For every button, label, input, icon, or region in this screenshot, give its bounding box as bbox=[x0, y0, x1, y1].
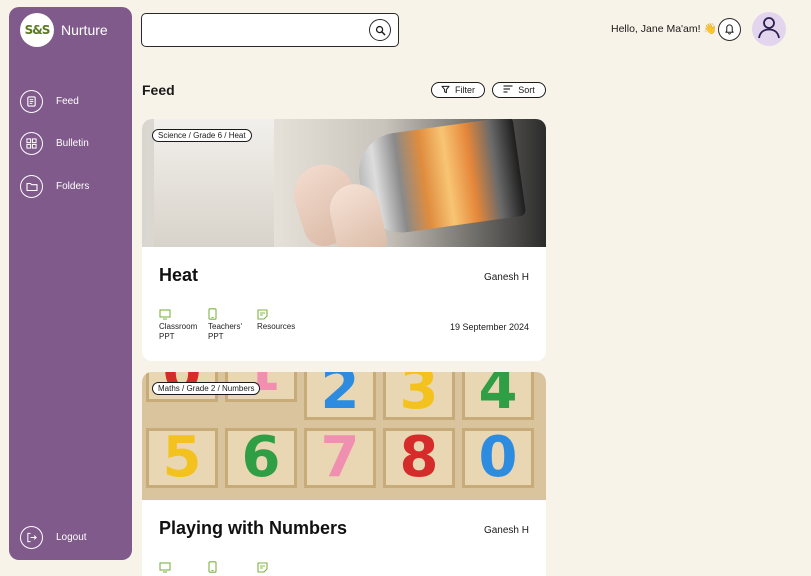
resource-list bbox=[159, 558, 306, 575]
sort-icon bbox=[503, 85, 513, 95]
digit-tile: 0 bbox=[462, 428, 534, 488]
logo: S&S bbox=[20, 13, 54, 47]
card-title: Heat bbox=[159, 265, 199, 285]
sidebar-item-label: Feed bbox=[56, 95, 79, 107]
digit-tile: 4 bbox=[462, 372, 534, 420]
bell-icon bbox=[724, 20, 735, 39]
note-icon bbox=[257, 305, 306, 320]
breadcrumb: Maths / Grade 2 / Numbers bbox=[152, 382, 261, 395]
filter-icon bbox=[441, 85, 450, 96]
digit: 0 bbox=[478, 425, 518, 490]
resource-classroom-ppt[interactable] bbox=[159, 558, 208, 575]
sidebar: S&S Nurture Feed Bulletin Folders Logout bbox=[9, 7, 132, 560]
digit: 7 bbox=[320, 425, 360, 490]
digit: 4 bbox=[478, 372, 518, 422]
digit: 3 bbox=[399, 372, 439, 422]
resource-label: Classroom PPT bbox=[159, 322, 198, 341]
sidebar-item-label: Bulletin bbox=[56, 138, 89, 149]
greeting-text: Hello, Jane Ma'am! 👋 bbox=[611, 23, 717, 35]
filter-button[interactable]: Filter bbox=[431, 82, 485, 98]
sort-label: Sort bbox=[518, 85, 535, 95]
feed-card[interactable]: Science / Grade 6 / Heat Heat Ganesh H C… bbox=[142, 119, 546, 361]
phone-icon bbox=[208, 305, 257, 320]
brand-name: Nurture bbox=[61, 22, 108, 38]
digit-tile: 2 bbox=[304, 372, 376, 420]
notifications-button[interactable] bbox=[718, 18, 741, 41]
card-title: Playing with Numbers bbox=[159, 518, 348, 538]
resource-resources[interactable]: Resources bbox=[257, 305, 306, 342]
resource-list: Classroom PPT Teachers' PPT Resources bbox=[159, 305, 306, 342]
logout-label: Logout bbox=[56, 532, 87, 543]
digit: 2 bbox=[320, 372, 360, 422]
digit-tile: 3 bbox=[383, 372, 455, 420]
resource-label: Resources bbox=[257, 322, 296, 331]
resource-label: Teachers' PPT bbox=[208, 322, 242, 341]
logo-text: S&S bbox=[24, 23, 51, 37]
resource-teachers-ppt[interactable] bbox=[208, 558, 257, 575]
note-icon bbox=[257, 558, 306, 573]
card-image: 0 1 2 3 4 5 6 7 8 0 Maths / Grade 2 / Nu… bbox=[142, 372, 546, 500]
search-bar bbox=[141, 13, 399, 47]
digit-tile: 8 bbox=[383, 428, 455, 488]
monitor-icon bbox=[159, 305, 208, 320]
resource-teachers-ppt[interactable]: Teachers' PPT bbox=[208, 305, 257, 342]
logout-icon bbox=[20, 526, 43, 549]
sidebar-item-feed[interactable]: Feed bbox=[20, 89, 89, 113]
filter-label: Filter bbox=[455, 85, 475, 95]
sidebar-item-label: Folders bbox=[56, 180, 90, 192]
card-author: Ganesh H bbox=[483, 272, 529, 283]
resource-resources[interactable] bbox=[257, 558, 306, 575]
digit: 6 bbox=[241, 425, 281, 490]
breadcrumb: Science / Grade 6 / Heat bbox=[152, 129, 252, 142]
digit-tile: 5 bbox=[146, 428, 218, 488]
digit: 5 bbox=[162, 425, 202, 490]
digit-tile: 6 bbox=[225, 428, 297, 488]
user-icon bbox=[756, 14, 782, 44]
digit: 8 bbox=[399, 425, 439, 490]
search-icon bbox=[375, 21, 386, 40]
folder-icon bbox=[20, 174, 43, 198]
resource-classroom-ppt[interactable]: Classroom PPT bbox=[159, 305, 208, 342]
card-date: 19 September 2024 bbox=[449, 322, 529, 332]
page-title: Feed bbox=[142, 82, 175, 98]
grid-icon bbox=[20, 132, 43, 155]
logout-button[interactable]: Logout bbox=[20, 526, 87, 549]
avatar[interactable] bbox=[752, 12, 786, 46]
card-image: Science / Grade 6 / Heat bbox=[142, 119, 546, 247]
document-icon bbox=[20, 89, 43, 113]
sidebar-item-bulletin[interactable]: Bulletin bbox=[20, 132, 89, 156]
sidebar-nav: Feed Bulletin Folders bbox=[20, 89, 89, 217]
monitor-icon bbox=[159, 558, 208, 573]
card-author: Ganesh H bbox=[483, 525, 529, 536]
sidebar-item-folders[interactable]: Folders bbox=[20, 174, 89, 198]
brand[interactable]: S&S Nurture bbox=[20, 13, 108, 47]
phone-icon bbox=[208, 558, 257, 573]
sort-button[interactable]: Sort bbox=[492, 82, 546, 98]
search-button[interactable] bbox=[369, 19, 391, 41]
feed-card[interactable]: 0 1 2 3 4 5 6 7 8 0 Maths / Grade 2 / Nu… bbox=[142, 372, 546, 576]
digit-tile: 7 bbox=[304, 428, 376, 488]
search-input[interactable] bbox=[150, 20, 365, 40]
